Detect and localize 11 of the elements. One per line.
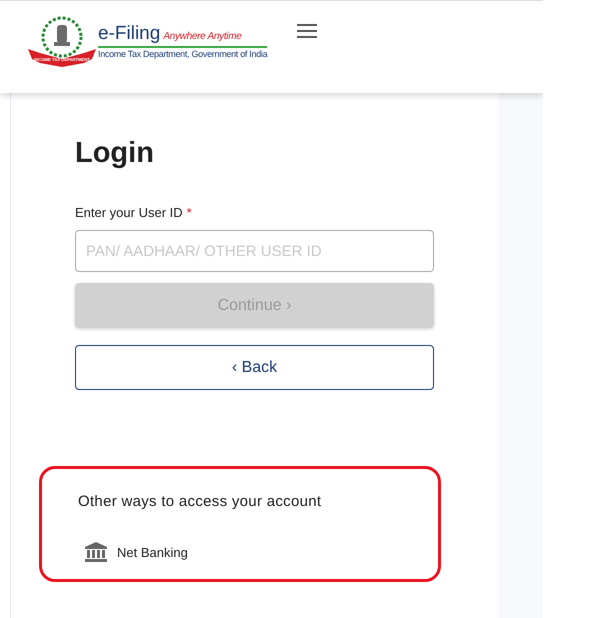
net-banking-link[interactable]: Net Banking — [85, 542, 438, 562]
menu-icon[interactable] — [297, 24, 318, 38]
brand-subtitle: Income Tax Department, Government of India — [98, 49, 268, 59]
page-title: Login — [75, 137, 155, 170]
brand-name: e-Filing — [98, 23, 160, 45]
bank-icon — [85, 542, 107, 562]
back-button[interactable]: ‹ Back — [75, 345, 434, 390]
required-mark: * — [186, 205, 192, 220]
section-title: Other ways to access your account — [78, 493, 322, 510]
field-label: Enter your User ID — [75, 205, 183, 220]
brand-tagline: Anywhere Anytime — [163, 31, 242, 42]
